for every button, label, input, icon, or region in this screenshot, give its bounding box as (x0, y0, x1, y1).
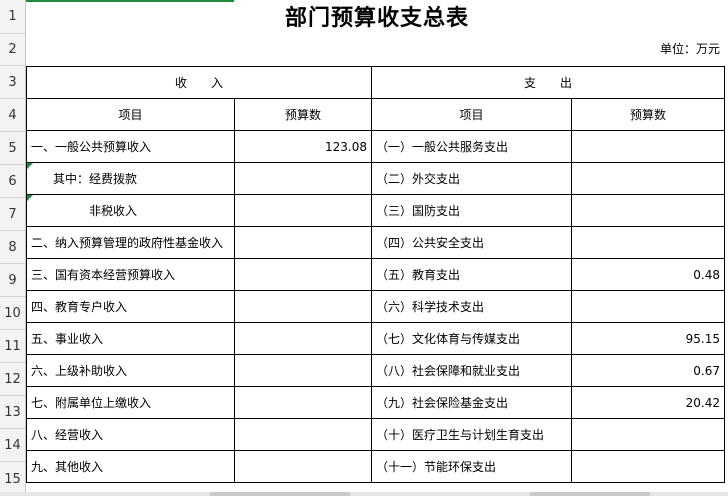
expense-item-cell[interactable]: （二）外交支出 (371, 162, 572, 195)
income-budget-cell[interactable]: 123.08 (234, 130, 372, 163)
expense-budget-cell[interactable] (571, 418, 725, 451)
expense-budget-cell[interactable]: 20.42 (571, 386, 725, 419)
row-number[interactable]: 12 (0, 363, 25, 396)
income-item-cell[interactable]: 二、纳入预算管理的政府性基金收入 (26, 226, 235, 259)
income-budget-cell[interactable] (234, 162, 372, 195)
income-item-cell[interactable]: 一、一般公共预算收入 (26, 130, 235, 163)
table-row: 一、一般公共预算收入 123.08 （一）一般公共服务支出 (26, 130, 725, 163)
expense-budget-cell[interactable] (571, 130, 725, 163)
row-number[interactable]: 11 (0, 330, 25, 363)
scrollbar-thumb[interactable] (210, 492, 350, 496)
expense-item-cell[interactable]: （十一）节能环保支出 (371, 450, 572, 483)
expense-budget-header[interactable]: 预算数 (571, 98, 725, 131)
expense-item-cell[interactable]: （八）社会保障和就业支出 (371, 354, 572, 387)
section-header-row: 收 入 支 出 (26, 66, 725, 99)
income-budget-cell[interactable] (234, 290, 372, 323)
row-number[interactable]: 5 (0, 132, 25, 165)
column-header-row: 项目 预算数 项目 预算数 (26, 98, 725, 131)
income-budget-cell[interactable] (234, 354, 372, 387)
table-row: 其中：经费拨款 （二）外交支出 (26, 162, 725, 195)
income-item-cell[interactable]: 五、事业收入 (26, 322, 235, 355)
row-number[interactable]: 7 (0, 198, 25, 231)
income-item-cell[interactable]: 八、经营收入 (26, 418, 235, 451)
expense-budget-cell[interactable] (571, 162, 725, 195)
budget-table: 收 入 支 出 项目 预算数 项目 预算数 一、一般公共预算收入 123.08 … (26, 66, 725, 483)
income-item-cell[interactable]: 六、上级补助收入 (26, 354, 235, 387)
table-row: 二、纳入预算管理的政府性基金收入 （四）公共安全支出 (26, 226, 725, 259)
row-header-column: 1 2 3 4 5 6 7 8 9 10 11 12 13 14 15 (0, 0, 26, 496)
expense-item-cell[interactable]: （十）医疗卫生与计划生育支出 (371, 418, 572, 451)
income-budget-cell[interactable] (234, 194, 372, 227)
expense-item-cell[interactable]: （六）科学技术支出 (371, 290, 572, 323)
expense-item-cell[interactable]: （四）公共安全支出 (371, 226, 572, 259)
income-budget-cell[interactable] (234, 450, 372, 483)
table-row: 五、事业收入 （七）文化体育与传媒支出 95.15 (26, 322, 725, 355)
income-item-cell[interactable]: 非税收入 (26, 194, 235, 227)
row-number[interactable]: 1 (0, 0, 25, 34)
expense-budget-cell[interactable]: 95.15 (571, 322, 725, 355)
expense-item-header[interactable]: 项目 (371, 98, 572, 131)
table-row: 九、其他收入 （十一）节能环保支出 (26, 450, 725, 483)
row-number[interactable]: 9 (0, 264, 25, 297)
income-budget-cell[interactable] (234, 258, 372, 291)
expense-budget-cell[interactable] (571, 226, 725, 259)
table-row: 三、国有资本经营预算收入 （五）教育支出 0.48 (26, 258, 725, 291)
income-item-header[interactable]: 项目 (26, 98, 235, 131)
unit-label[interactable]: 单位：万元 (660, 40, 720, 57)
row-number[interactable]: 2 (0, 34, 25, 66)
income-item-cell[interactable]: 四、教育专户收入 (26, 290, 235, 323)
row-number[interactable]: 6 (0, 165, 25, 198)
income-budget-cell[interactable] (234, 226, 372, 259)
expense-item-cell[interactable]: （九）社会保险基金支出 (371, 386, 572, 419)
table-row: 非税收入 （三）国防支出 (26, 194, 725, 227)
income-budget-cell[interactable] (234, 386, 372, 419)
row-number[interactable]: 13 (0, 396, 25, 429)
table-row: 四、教育专户收入 （六）科学技术支出 (26, 290, 725, 323)
expense-item-cell[interactable]: （三）国防支出 (371, 194, 572, 227)
expense-budget-cell[interactable]: 0.67 (571, 354, 725, 387)
expense-item-cell[interactable]: （一）一般公共服务支出 (371, 130, 572, 163)
page-title[interactable]: 部门预算收支总表 (26, 0, 728, 34)
horizontal-scrollbar[interactable] (0, 492, 728, 496)
expense-budget-cell[interactable] (571, 194, 725, 227)
row-number[interactable]: 15 (0, 462, 25, 496)
row-number[interactable]: 14 (0, 429, 25, 462)
income-budget-cell[interactable] (234, 418, 372, 451)
income-item-cell[interactable]: 七、附属单位上缴收入 (26, 386, 235, 419)
table-row: 八、经营收入 （十）医疗卫生与计划生育支出 (26, 418, 725, 451)
income-item-cell[interactable]: 九、其他收入 (26, 450, 235, 483)
scrollbar-thumb[interactable] (530, 492, 650, 496)
row-number[interactable]: 10 (0, 297, 25, 330)
expense-section-header[interactable]: 支 出 (371, 66, 725, 99)
expense-budget-cell[interactable] (571, 450, 725, 483)
row-number[interactable]: 4 (0, 99, 25, 132)
income-budget-header[interactable]: 预算数 (234, 98, 372, 131)
income-section-header[interactable]: 收 入 (26, 66, 372, 99)
expense-item-cell[interactable]: （七）文化体育与传媒支出 (371, 322, 572, 355)
table-row: 六、上级补助收入 （八）社会保障和就业支出 0.67 (26, 354, 725, 387)
expense-budget-cell[interactable]: 0.48 (571, 258, 725, 291)
row-number[interactable]: 3 (0, 66, 25, 99)
expense-item-cell[interactable]: （五）教育支出 (371, 258, 572, 291)
table-row: 七、附属单位上缴收入 （九）社会保险基金支出 20.42 (26, 386, 725, 419)
expense-budget-cell[interactable] (571, 290, 725, 323)
income-item-cell[interactable]: 三、国有资本经营预算收入 (26, 258, 235, 291)
spreadsheet: 部门预算收支总表 单位：万元 收 入 支 出 项目 预算数 项目 预算数 一、一… (26, 0, 728, 496)
income-item-cell[interactable]: 其中：经费拨款 (26, 162, 235, 195)
row-number[interactable]: 8 (0, 231, 25, 264)
income-budget-cell[interactable] (234, 322, 372, 355)
